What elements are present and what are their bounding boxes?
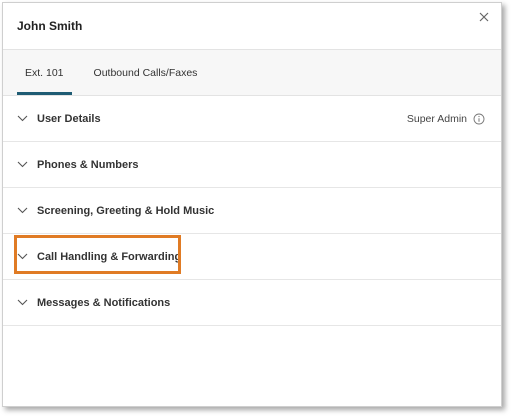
section-label: Messages & Notifications xyxy=(37,296,171,309)
tab-bar: Ext. 101 Outbound Calls/Faxes xyxy=(3,50,501,96)
tab-label: Ext. 101 xyxy=(25,66,64,79)
info-icon[interactable] xyxy=(473,113,485,125)
section-label: Screening, Greeting & Hold Music xyxy=(37,204,215,217)
section-label: Call Handling & Forwarding xyxy=(37,250,182,263)
tab-ext-101[interactable]: Ext. 101 xyxy=(13,50,76,95)
section-label: User Details xyxy=(37,112,101,125)
tab-label: Outbound Calls/Faxes xyxy=(93,66,198,79)
section-screening-greeting-hold-music[interactable]: Screening, Greeting & Hold Music xyxy=(3,188,501,234)
chevron-down-icon xyxy=(17,115,28,122)
section-phones-numbers[interactable]: Phones & Numbers xyxy=(3,142,501,188)
chevron-down-icon xyxy=(17,299,28,306)
dialog-header: John Smith xyxy=(3,3,501,50)
user-settings-dialog: John Smith Ext. 101 Outbound Calls/Faxes… xyxy=(2,2,502,407)
section-label: Phones & Numbers xyxy=(37,158,139,171)
section-messages-notifications[interactable]: Messages & Notifications xyxy=(3,280,501,326)
tab-outbound-calls-faxes[interactable]: Outbound Calls/Faxes xyxy=(82,50,210,95)
section-user-details[interactable]: User Details Super Admin xyxy=(3,96,501,142)
role-indicator: Super Admin xyxy=(407,96,485,141)
role-text: Super Admin xyxy=(406,112,467,125)
chevron-down-icon xyxy=(17,253,28,260)
dialog-title: John Smith xyxy=(17,19,83,33)
chevron-down-icon xyxy=(17,161,28,168)
close-icon[interactable] xyxy=(477,10,491,24)
chevron-down-icon xyxy=(17,207,28,214)
section-call-handling-forwarding[interactable]: Call Handling & Forwarding xyxy=(3,234,501,280)
